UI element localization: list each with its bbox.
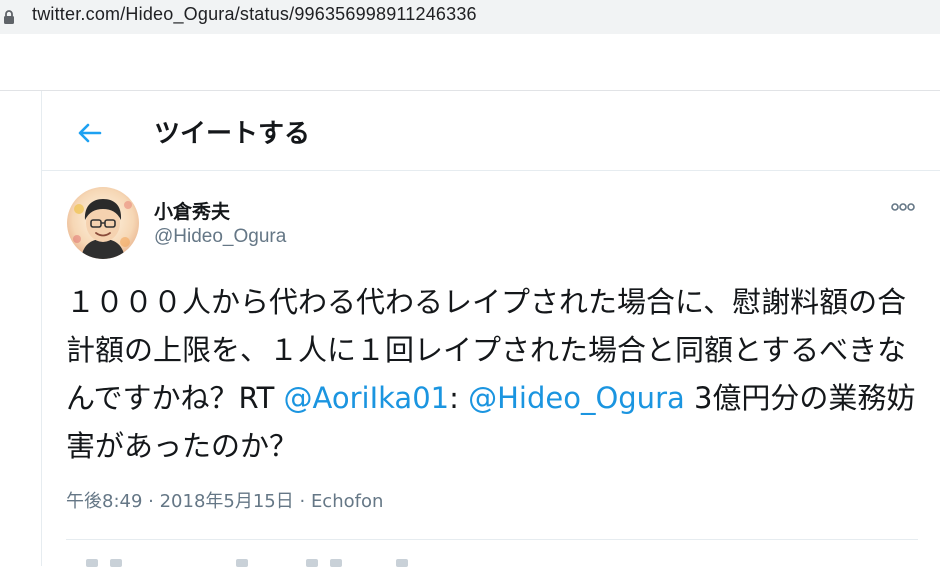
page-header: ツイートする <box>42 91 940 171</box>
back-button[interactable] <box>70 113 110 153</box>
tweet-time[interactable]: 午後8:49 <box>66 491 142 512</box>
tweet-column: ツイートする 小倉秀夫 @Hideo_Ogura １０００人から代わる代わるレイ… <box>41 91 940 569</box>
url-text[interactable]: twitter.com/Hideo_Ogura/status/996356998… <box>32 4 477 25</box>
cropped-stats-row <box>66 559 466 569</box>
more-dots-icon <box>891 203 915 211</box>
mention-link[interactable]: @AoriIka01 <box>284 381 450 415</box>
divider <box>66 539 918 540</box>
tweet-text-part: : <box>449 381 469 415</box>
tweet-metadata: 午後8:49 · 2018年5月15日 · Echofon <box>66 487 383 513</box>
tweet-text: １０００人から代わる代わるレイプされた場合に、慰謝料額の合計額の上限を、１人に１… <box>66 278 918 470</box>
arrow-left-icon <box>78 123 102 143</box>
separator: · <box>142 491 160 512</box>
address-bar[interactable]: twitter.com/Hideo_Ogura/status/996356998… <box>0 0 940 34</box>
avatar-illustration <box>67 187 139 259</box>
lock-icon <box>4 10 14 24</box>
page-title: ツイートする <box>154 119 311 149</box>
separator: · <box>293 491 311 512</box>
tweet-date[interactable]: 2018年5月15日 <box>160 491 294 512</box>
mention-link[interactable]: @Hideo_Ogura <box>468 381 685 415</box>
more-options-button[interactable] <box>888 197 918 217</box>
author-handle[interactable]: @Hideo_Ogura <box>154 226 286 248</box>
avatar[interactable] <box>67 187 139 259</box>
author-display-name[interactable]: 小倉秀夫 <box>154 197 230 224</box>
tweet-source[interactable]: Echofon <box>311 491 383 512</box>
